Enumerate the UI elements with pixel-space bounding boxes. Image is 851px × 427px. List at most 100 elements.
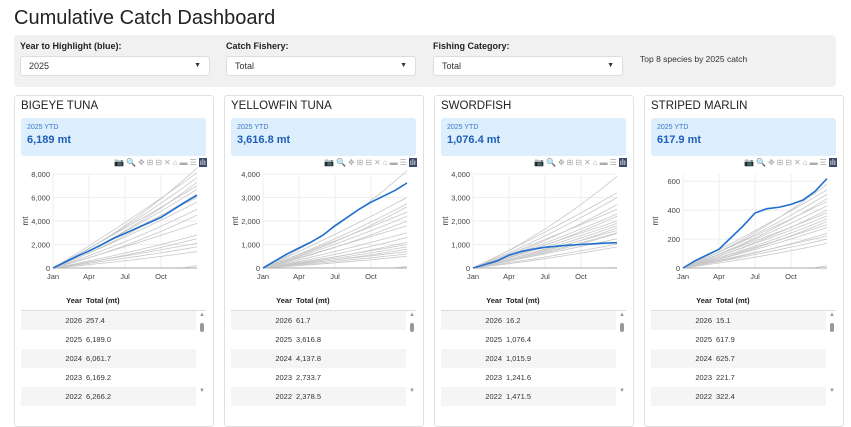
year-header[interactable]: Year bbox=[441, 296, 502, 305]
x-tick-label: Apr bbox=[713, 272, 725, 281]
total-cell: 1,015.9 bbox=[506, 354, 531, 363]
year-header[interactable]: Year bbox=[21, 296, 82, 305]
x-tick-label: Apr bbox=[503, 272, 515, 281]
fishery-filter-label: Catch Fishery: bbox=[226, 41, 416, 51]
total-cell: 6,169.2 bbox=[86, 373, 111, 382]
total-header[interactable]: Total (mt) bbox=[86, 296, 120, 305]
caret-down-icon: ▼ bbox=[607, 57, 614, 75]
category-filter: Fishing Category: Total▼ bbox=[433, 41, 623, 76]
cumulative-catch-chart[interactable]: 02,0004,0006,0008,000JanAprJulOctmt bbox=[15, 166, 213, 291]
cumulative-catch-chart[interactable]: 01,0002,0003,0004,000JanAprJulOctmt bbox=[435, 166, 633, 291]
total-cell: 1,241.6 bbox=[506, 373, 531, 382]
year-select[interactable]: 2025▼ bbox=[20, 56, 210, 76]
year-cell: 2026 bbox=[231, 311, 292, 330]
table-body: 202615.12025617.92024625.72023221.720223… bbox=[651, 311, 826, 406]
table-scrollbar[interactable]: ▲▼ bbox=[408, 312, 416, 394]
table-row: 2026257.4 bbox=[21, 311, 196, 330]
total-cell: 221.7 bbox=[716, 373, 735, 382]
year-cell: 2026 bbox=[651, 311, 712, 330]
scroll-thumb[interactable] bbox=[830, 323, 834, 332]
kpi-box: 2025 YTD3,616.8 mt bbox=[231, 118, 416, 156]
x-tick-label: Jul bbox=[120, 272, 130, 281]
x-tick-label: Oct bbox=[155, 272, 168, 281]
scroll-thumb[interactable] bbox=[620, 323, 624, 332]
year-cell: 2025 bbox=[651, 330, 712, 349]
total-cell: 6,266.2 bbox=[86, 392, 111, 401]
total-header[interactable]: Total (mt) bbox=[506, 296, 540, 305]
table-row: 20253,616.8 bbox=[231, 330, 406, 349]
total-cell: 2,378.5 bbox=[296, 392, 321, 401]
cumulative-catch-chart[interactable]: 01,0002,0003,0004,000JanAprJulOctmt bbox=[225, 166, 423, 291]
x-tick-label: Jul bbox=[540, 272, 550, 281]
scroll-down-icon[interactable]: ▼ bbox=[199, 388, 205, 394]
y-tick-label: 3,000 bbox=[451, 194, 470, 203]
scroll-thumb[interactable] bbox=[410, 323, 414, 332]
kpi-box: 2025 YTD617.9 mt bbox=[651, 118, 836, 156]
total-cell: 6,189.0 bbox=[86, 335, 111, 344]
total-cell: 625.7 bbox=[716, 354, 735, 363]
total-header[interactable]: Total (mt) bbox=[296, 296, 330, 305]
y-axis-label: mt bbox=[231, 216, 240, 226]
scroll-up-icon[interactable]: ▲ bbox=[829, 312, 835, 318]
y-tick-label: 200 bbox=[667, 235, 680, 244]
year-select-value: 2025 bbox=[29, 61, 49, 71]
year-cell: 2023 bbox=[441, 368, 502, 387]
y-tick-label: 4,000 bbox=[451, 170, 470, 179]
fishery-select-value: Total bbox=[235, 61, 254, 71]
scroll-up-icon[interactable]: ▲ bbox=[409, 312, 415, 318]
year-header[interactable]: Year bbox=[231, 296, 292, 305]
table-scrollbar[interactable]: ▲▼ bbox=[618, 312, 626, 394]
table-row: 2024 625.7 bbox=[651, 349, 826, 368]
table-scrollbar[interactable]: ▲▼ bbox=[198, 312, 206, 394]
species-title: YELLOWFIN TUNA bbox=[231, 100, 332, 112]
year-cell: 2025 bbox=[231, 330, 292, 349]
scroll-thumb[interactable] bbox=[200, 323, 204, 332]
kpi-box: 2025 YTD1,076.4 mt bbox=[441, 118, 626, 156]
scroll-down-icon[interactable]: ▼ bbox=[409, 388, 415, 394]
total-cell: 15.1 bbox=[716, 316, 731, 325]
table-scrollbar[interactable]: ▲▼ bbox=[828, 312, 836, 394]
year-header[interactable]: Year bbox=[651, 296, 712, 305]
species-card: YELLOWFIN TUNA 2025 YTD3,616.8 mt 📷🔍✥⊞⊟✕… bbox=[224, 95, 424, 427]
category-filter-label: Fishing Category: bbox=[433, 41, 623, 51]
scroll-up-icon[interactable]: ▲ bbox=[619, 312, 625, 318]
table-body: 202661.720253,616.820244,137.820232,733.… bbox=[231, 311, 406, 406]
y-axis-label: mt bbox=[441, 216, 450, 226]
total-header[interactable]: Total (mt) bbox=[716, 296, 750, 305]
total-cell: 1,076.4 bbox=[506, 335, 531, 344]
table-row: 20236,169.2 bbox=[21, 368, 196, 387]
table-header: Year Total (mt) bbox=[651, 296, 836, 311]
y-tick-label: 4,000 bbox=[31, 217, 50, 226]
y-tick-label: 2,000 bbox=[451, 217, 470, 226]
scroll-up-icon[interactable]: ▲ bbox=[199, 312, 205, 318]
x-tick-label: Oct bbox=[575, 272, 588, 281]
table-row: 2026 61.7 bbox=[231, 311, 406, 330]
catch-table: YearTotal (mt) 202616.220251,076.420241,… bbox=[441, 296, 626, 406]
x-tick-label: Jul bbox=[330, 272, 340, 281]
year-cell: 2024 bbox=[651, 349, 712, 368]
category-select[interactable]: Total▼ bbox=[433, 56, 623, 76]
fishery-filter: Catch Fishery: Total ▼ bbox=[226, 41, 416, 76]
total-cell: 61.7 bbox=[296, 316, 311, 325]
y-tick-label: 2,000 bbox=[31, 241, 50, 250]
y-tick-label: 600 bbox=[667, 177, 680, 186]
year-cell: 2025 bbox=[21, 330, 82, 349]
y-tick-label: 6,000 bbox=[31, 194, 50, 203]
x-tick-label: Jan bbox=[47, 272, 59, 281]
year-cell: 2022 bbox=[231, 387, 292, 406]
cumulative-catch-chart[interactable]: 0200400600JanAprJulOctmt bbox=[645, 166, 843, 291]
kpi-value: 1,076.4 mt bbox=[447, 134, 500, 146]
species-title: STRIPED MARLIN bbox=[651, 100, 748, 112]
total-cell: 2,733.7 bbox=[296, 373, 321, 382]
year-filter: Year to Highlight (blue):2025▼ bbox=[20, 41, 210, 76]
caret-down-icon: ▼ bbox=[400, 57, 407, 75]
scroll-down-icon[interactable]: ▼ bbox=[619, 388, 625, 394]
fishery-select[interactable]: Total ▼ bbox=[226, 56, 416, 76]
x-tick-label: Apr bbox=[293, 272, 305, 281]
x-tick-label: Jul bbox=[750, 272, 760, 281]
scroll-down-icon[interactable]: ▼ bbox=[829, 388, 835, 394]
page-title: Cumulative Catch Dashboard bbox=[14, 7, 275, 30]
species-card: STRIPED MARLIN 2025 YTD617.9 mt 📷🔍✥⊞⊟✕⌂▬… bbox=[644, 95, 844, 427]
table-row: 20251,076.4 bbox=[441, 330, 616, 349]
total-cell: 322.4 bbox=[716, 392, 735, 401]
